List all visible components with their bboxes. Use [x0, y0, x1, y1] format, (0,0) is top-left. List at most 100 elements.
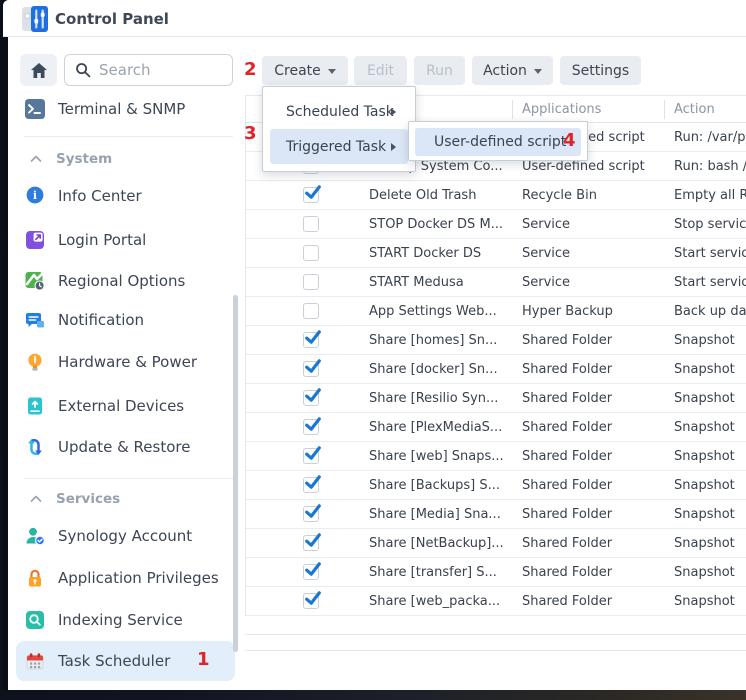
sidebar-item-external-devices[interactable]: External Devices: [16, 386, 235, 426]
chevron-up-icon: [30, 495, 42, 503]
sidebar-item-info-center[interactable]: i Info Center: [16, 176, 235, 216]
settings-button[interactable]: Settings: [560, 56, 641, 85]
row-checkbox[interactable]: [303, 216, 319, 232]
table-row[interactable]: Delete Old TrashRecycle BinEmpty all R: [246, 181, 746, 210]
update-restore-icon: [25, 437, 45, 457]
search-box: [64, 54, 233, 86]
annotation-step-2: 2: [244, 59, 257, 80]
row-checkbox[interactable]: [303, 332, 319, 348]
sidebar-item-login-portal[interactable]: Login Portal: [16, 220, 235, 260]
applications-cell: Shared Folder: [522, 362, 612, 377]
action-cell: Snapshot: [674, 333, 735, 348]
sidebar-item-synology-account[interactable]: Synology Account: [16, 516, 235, 556]
row-checkbox[interactable]: [303, 187, 319, 203]
desktop-gap: [3, 37, 8, 690]
search-icon: [75, 62, 91, 78]
table-row[interactable]: Share [web] Snaps...Shared FolderSnapsho…: [246, 442, 746, 471]
table-row[interactable]: Share [transfer] S...Shared FolderSnapsh…: [246, 558, 746, 587]
sidebar-item-label: Hardware & Power: [58, 353, 197, 371]
synology-account-icon: [25, 526, 45, 546]
table-row[interactable]: Share [Resilio Syn...Shared FolderSnapsh…: [246, 384, 746, 413]
table-row[interactable]: Share [Backups] S...Shared FolderSnapsho…: [246, 471, 746, 500]
action-cell: Snapshot: [674, 362, 735, 377]
sidebar-item-label: External Devices: [58, 397, 184, 415]
applications-cell: Shared Folder: [522, 449, 612, 464]
task-name-cell: App Settings Web...: [369, 304, 497, 319]
task-name-cell: Delete Old Trash: [369, 188, 476, 203]
sidebar-item-application-privileges[interactable]: Application Privileges: [16, 558, 235, 598]
terminal-icon: [25, 99, 45, 119]
task-name-cell: Share [web_packa...: [369, 594, 500, 609]
table-row[interactable]: Share [homes] Sn...Shared FolderSnapshot: [246, 326, 746, 355]
action-cell: Empty all R: [674, 188, 746, 203]
home-button[interactable]: [20, 54, 57, 86]
row-checkbox[interactable]: [303, 419, 319, 435]
action-cell: Run: /var/p: [674, 130, 745, 145]
action-cell: Snapshot: [674, 507, 735, 522]
table-row[interactable]: Share [Media] Sna...Shared FolderSnapsho…: [246, 500, 746, 529]
sidebar-scrollbar[interactable]: [233, 295, 238, 652]
menu-item-scheduled-task[interactable]: Scheduled Task: [270, 94, 408, 129]
row-checkbox[interactable]: [303, 303, 319, 319]
sidebar-item-indexing-service[interactable]: Indexing Service: [16, 600, 235, 640]
triggered-task-submenu: User-defined script: [408, 121, 588, 161]
search-input[interactable]: [99, 61, 209, 79]
table-row[interactable]: Share [NetBackup]...Shared FolderSnapsho…: [246, 529, 746, 558]
action-column-header[interactable]: Action: [674, 102, 715, 117]
action-button[interactable]: Action: [472, 56, 553, 85]
row-checkbox[interactable]: [303, 564, 319, 580]
sidebar-item-hardware-power[interactable]: Hardware & Power: [16, 342, 235, 382]
task-scheduler-icon: [25, 651, 45, 671]
run-button-label: Run: [426, 63, 453, 79]
menu-item-triggered-task[interactable]: Triggered Task: [270, 129, 408, 164]
row-checkbox[interactable]: [303, 477, 319, 493]
task-name-cell: START Medusa: [369, 275, 464, 290]
home-icon: [30, 62, 48, 79]
sidebar-divider: [24, 136, 233, 137]
action-cell: Run: bash /: [674, 159, 746, 174]
row-checkbox[interactable]: [303, 506, 319, 522]
applications-cell: Hyper Backup: [522, 304, 613, 319]
sidebar-item-label: Task Scheduler: [58, 652, 170, 670]
sidebar-item-regional-options[interactable]: Regional Options: [16, 261, 235, 301]
sidebar-item-label: Info Center: [58, 187, 142, 205]
action-cell: Snapshot: [674, 536, 735, 551]
row-checkbox[interactable]: [303, 245, 319, 261]
table-row[interactable]: Share [PlexMediaS...Shared FolderSnapsho…: [246, 413, 746, 442]
applications-cell: Service: [522, 246, 570, 261]
sidebar-item-update-restore[interactable]: Update & Restore: [16, 427, 235, 467]
table-row[interactable]: START Docker DSServiceStart servic: [246, 239, 746, 268]
sidebar-item-label: Synology Account: [58, 527, 192, 545]
sidebar-section-system[interactable]: System: [16, 147, 235, 171]
row-checkbox[interactable]: [303, 535, 319, 551]
table-body: User-defined scriptRun: /var/pBackup Sys…: [246, 123, 746, 616]
row-checkbox[interactable]: [303, 593, 319, 609]
applications-cell: Service: [522, 217, 570, 232]
sidebar-item-notification[interactable]: Notification: [16, 300, 235, 340]
row-checkbox[interactable]: [303, 361, 319, 377]
row-checkbox[interactable]: [303, 274, 319, 290]
table-row[interactable]: START MedusaServiceStart servic: [246, 268, 746, 297]
notification-icon: [25, 310, 45, 330]
run-button[interactable]: Run: [414, 56, 465, 85]
page-title: Control Panel: [55, 10, 169, 28]
sidebar-item-label: Application Privileges: [58, 569, 219, 587]
table-row[interactable]: Share [web_packa...Shared FolderSnapshot: [246, 587, 746, 616]
create-button[interactable]: Create: [262, 56, 348, 85]
application-privileges-icon: [25, 568, 45, 588]
sidebar-item-label: Regional Options: [58, 272, 185, 290]
table-row[interactable]: App Settings Web...Hyper BackupBack up d…: [246, 297, 746, 326]
create-dropdown-menu: Scheduled Task Triggered Task: [262, 86, 416, 172]
applications-column-header[interactable]: Applications: [522, 102, 601, 117]
edit-button[interactable]: Edit: [354, 56, 407, 85]
table-row[interactable]: Share [docker] Sn...Shared FolderSnapsho…: [246, 355, 746, 384]
menu-item-user-defined-script[interactable]: User-defined script: [415, 128, 581, 156]
row-checkbox[interactable]: [303, 390, 319, 406]
task-name-cell: Share [PlexMediaS...: [369, 420, 502, 435]
sidebar-section-services[interactable]: Services: [16, 487, 235, 511]
row-checkbox[interactable]: [303, 448, 319, 464]
table-row[interactable]: STOP Docker DS M...ServiceStop servic: [246, 210, 746, 239]
settings-button-label: Settings: [572, 63, 629, 79]
caret-down-icon: [328, 69, 336, 74]
sidebar-item-terminal-snmp[interactable]: Terminal & SNMP: [16, 89, 235, 129]
